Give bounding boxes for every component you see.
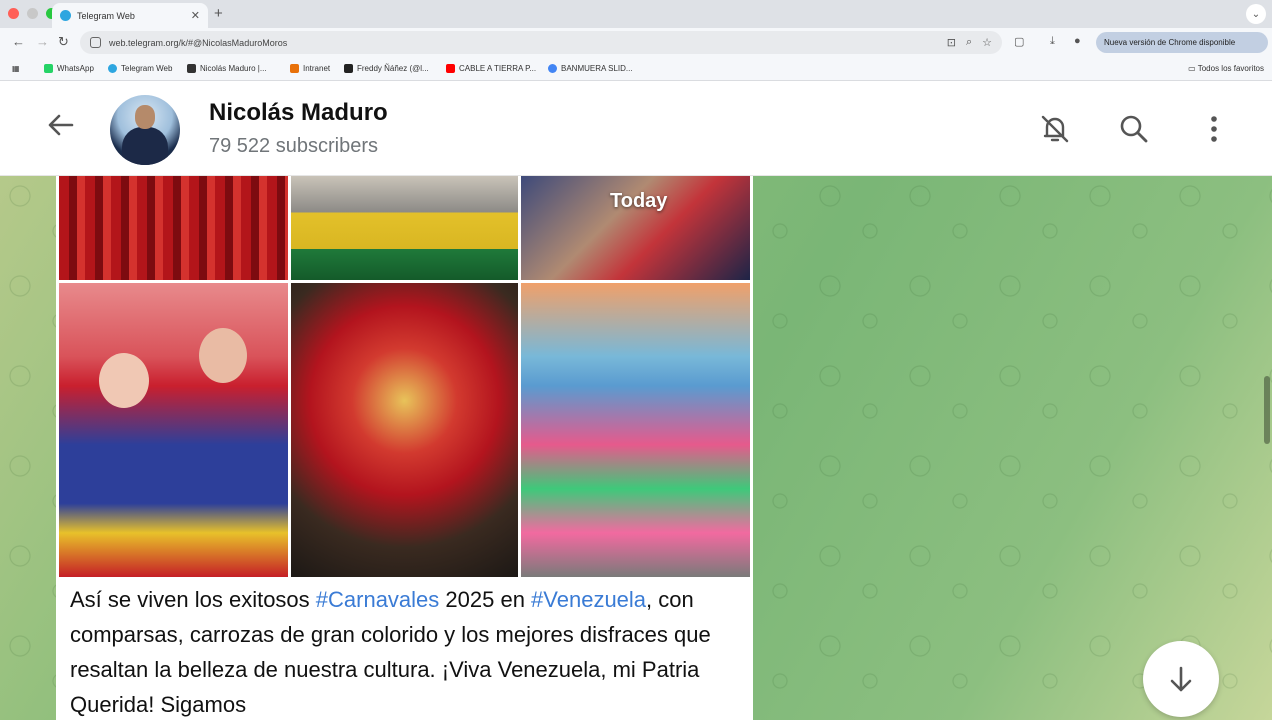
site-icon	[548, 64, 557, 73]
bookmark-maduro[interactable]: Nicolás Maduro |...	[187, 64, 267, 73]
jester-face	[199, 328, 247, 383]
chat-scrollbar[interactable]	[1264, 376, 1270, 444]
bookmark-cable[interactable]: CABLE A TIERRA P...	[446, 64, 536, 73]
avatar-face	[135, 105, 155, 129]
message-caption: Así se viven los exitosos #Carnavales 20…	[70, 582, 740, 720]
bookmark-label: WhatsApp	[57, 64, 94, 73]
telegram-icon	[108, 64, 117, 73]
message-bubble[interactable]: Today Así se viven los exitosos #Carnava…	[56, 176, 753, 720]
translate-icon[interactable]: ⊡	[947, 36, 956, 49]
photo-carnival-costume[interactable]	[291, 283, 518, 577]
tab-search-icon[interactable]: ⌄	[1246, 4, 1266, 24]
scroll-to-bottom-button[interactable]	[1143, 641, 1219, 717]
bookmark-label: Nicolás Maduro |...	[200, 64, 267, 73]
minimize-window-button[interactable]	[27, 8, 38, 19]
hashtag-link[interactable]: #Carnavales	[316, 587, 440, 612]
browser-tab[interactable]: Telegram Web ✕	[52, 3, 208, 28]
search-icon[interactable]	[1116, 111, 1152, 147]
chrome-update-button[interactable]: Nueva versión de Chrome disponible	[1096, 32, 1268, 53]
channel-header: Nicolás Maduro 79 522 subscribers	[0, 81, 1272, 176]
bookmark-freddy[interactable]: Freddy Ñáñez (@l...	[344, 64, 429, 73]
channel-avatar[interactable]	[110, 95, 180, 165]
jester-face	[99, 353, 149, 408]
bookmark-intranet[interactable]: Intranet	[290, 64, 330, 73]
profile-icon[interactable]: ●	[1074, 35, 1081, 47]
kebab-menu-icon[interactable]	[1196, 111, 1232, 147]
photo-jesters[interactable]	[59, 283, 288, 577]
date-separator: Today	[610, 190, 668, 212]
close-window-button[interactable]	[8, 8, 19, 19]
bookmark-label: CABLE A TIERRA P...	[459, 64, 537, 73]
address-bar-row: ← → ↻ web.telegram.org/k/#@NicolasMaduro…	[0, 28, 1272, 57]
url-text: web.telegram.org/k/#@NicolasMaduroMoros	[109, 37, 288, 48]
photo-crowd[interactable]	[59, 176, 288, 280]
bookmark-label: Intranet	[303, 64, 331, 73]
photo-album	[59, 176, 750, 577]
photo-mascot[interactable]	[291, 176, 518, 280]
subscriber-count: 79 522 subscribers	[209, 135, 378, 157]
bookmark-banmuera[interactable]: BANMUERA SLID...	[548, 64, 633, 73]
telegram-channel-icon	[187, 64, 196, 73]
arrow-down-icon	[1170, 666, 1192, 692]
forward-nav-icon[interactable]: →	[36, 34, 49, 49]
hashtag-link[interactable]: #Venezuela	[531, 587, 646, 612]
zoom-icon[interactable]: ⌕	[966, 36, 972, 49]
whatsapp-icon	[44, 64, 53, 73]
arrow-left-icon[interactable]	[44, 108, 78, 142]
channel-title[interactable]: Nicolás Maduro	[209, 99, 388, 127]
bookmark-label: Telegram Web	[121, 64, 173, 73]
bookmark-label: Freddy Ñáñez (@l...	[357, 64, 429, 73]
bell-off-icon[interactable]	[1037, 111, 1073, 147]
caption-text: Así se viven los exitosos	[70, 587, 316, 612]
all-bookmarks-button[interactable]: ▭ Todos los favoritos	[1188, 64, 1264, 73]
telegram-favicon-icon	[60, 10, 71, 21]
avatar-figure	[122, 127, 168, 165]
intranet-icon	[290, 64, 299, 73]
apps-grid-icon[interactable]: ▦	[12, 64, 20, 73]
url-field[interactable]: web.telegram.org/k/#@NicolasMaduroMoros …	[80, 31, 1002, 54]
photo-dancers[interactable]	[521, 283, 750, 577]
all-bookmarks-label: Todos los favoritos	[1197, 64, 1264, 73]
bookmark-telegram[interactable]: Telegram Web	[108, 64, 172, 73]
back-nav-icon[interactable]: ←	[12, 34, 25, 49]
browser-tab-bar: Telegram Web ✕ + ⌄	[0, 0, 1272, 28]
tab-title: Telegram Web	[77, 10, 135, 21]
bookmark-whatsapp[interactable]: WhatsApp	[44, 64, 94, 73]
extensions-icon[interactable]: ▢	[1014, 35, 1024, 48]
chat-area: Today Así se viven los exitosos #Carnava…	[0, 176, 1272, 720]
window-controls	[8, 8, 57, 19]
x-twitter-icon	[344, 64, 353, 73]
bookmarks-bar: ▦ WhatsApp Telegram Web Nicolás Maduro |…	[0, 57, 1272, 81]
reload-icon[interactable]: ↻	[58, 34, 69, 50]
site-info-icon[interactable]	[90, 37, 101, 48]
youtube-icon	[446, 64, 455, 73]
new-tab-icon[interactable]: +	[214, 5, 223, 22]
bookmark-star-icon[interactable]: ☆	[982, 36, 992, 49]
caption-text: 2025 en	[439, 587, 532, 612]
bookmark-label: BANMUERA SLID...	[561, 64, 633, 73]
download-icon[interactable]: ⤓	[1050, 35, 1055, 48]
close-tab-icon[interactable]: ✕	[191, 9, 200, 22]
